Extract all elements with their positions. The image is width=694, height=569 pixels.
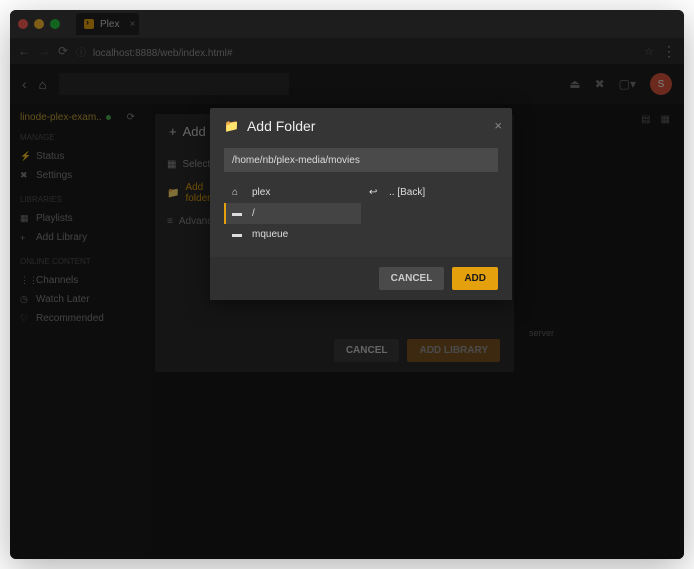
folder-item-root[interactable]: ▬/ bbox=[224, 203, 361, 224]
add-folder-modal: 📁 Add Folder × ⌂plex ▬/ ▬mqueue ↩.. [Bac… bbox=[210, 108, 512, 300]
browser-window: Plex × ← → ⟳ ⓘ localhost:8888/web/index.… bbox=[10, 10, 684, 559]
add-button[interactable]: ADD bbox=[452, 267, 498, 290]
add-folder-title: Add Folder bbox=[247, 118, 315, 134]
close-icon[interactable]: × bbox=[494, 118, 502, 133]
folder-item-plex[interactable]: ⌂plex bbox=[224, 182, 361, 203]
back-icon: ↩ bbox=[369, 187, 381, 198]
cancel-button[interactable]: CANCEL bbox=[379, 267, 445, 290]
folder-icon: 📁 bbox=[224, 119, 239, 133]
drive-icon: ▬ bbox=[232, 229, 244, 240]
folder-item-back[interactable]: ↩.. [Back] bbox=[361, 182, 498, 203]
folder-path-input[interactable] bbox=[224, 148, 498, 172]
home-icon: ⌂ bbox=[232, 187, 244, 198]
drive-icon: ▬ bbox=[232, 208, 244, 219]
folder-item-mqueue[interactable]: ▬mqueue bbox=[224, 224, 361, 245]
